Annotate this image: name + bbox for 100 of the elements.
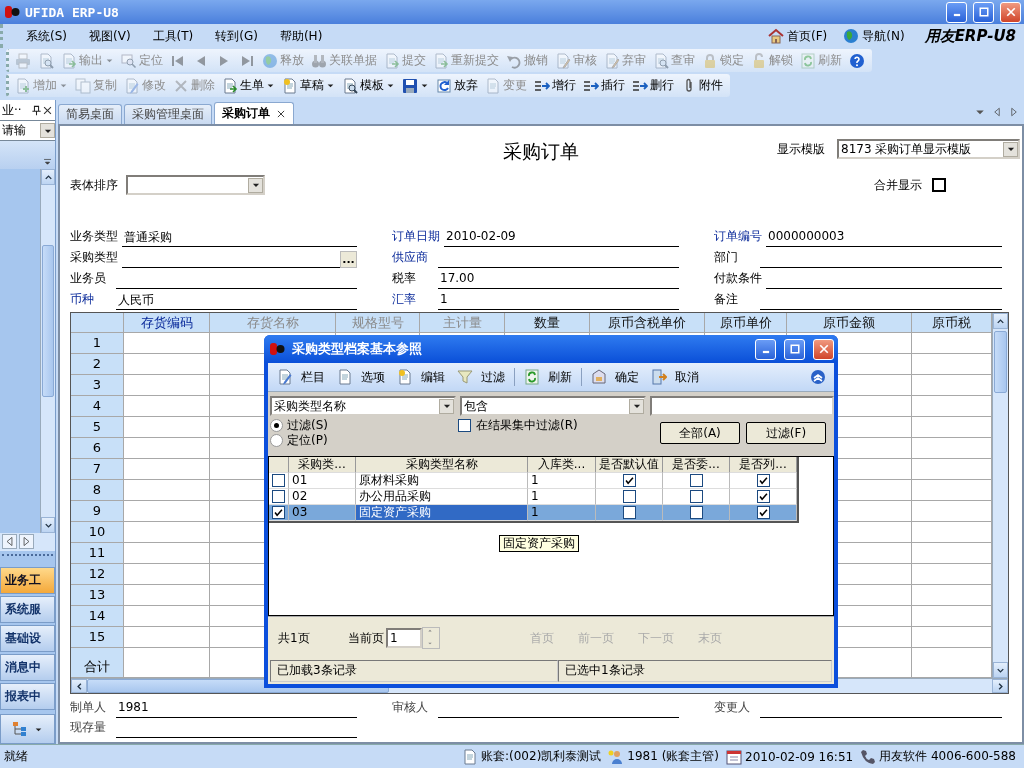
column-header[interactable]: 是否委... [663,457,730,473]
table-cell[interactable] [124,375,210,396]
show-all-button[interactable]: 全部(A) [660,422,740,444]
table-cell[interactable] [124,333,210,354]
table-cell[interactable] [124,564,210,585]
column-header[interactable]: 数量 [505,313,590,333]
checkbox[interactable] [622,490,636,503]
navigation-button[interactable]: 业务工 [0,567,55,594]
checkbox[interactable] [689,506,703,519]
tree-button[interactable] [0,714,55,744]
menu-item[interactable]: 工具(T) [141,27,205,45]
maximize-button[interactable] [973,1,994,23]
table-row[interactable]: 01 原材料采购 1 [269,473,797,489]
input-field[interactable]: 人民币 [116,292,357,310]
close-button[interactable] [1000,1,1021,23]
toolbar-button[interactable]: 增行 [531,74,579,97]
toolbar-button[interactable]: 放弃 [433,74,481,97]
table-row[interactable]: 03 固定资产采购 1 [269,505,797,521]
table-cell[interactable] [124,585,210,606]
input-field[interactable]: 1981 [116,700,357,718]
tab[interactable]: 采购订单 [214,102,294,124]
menu-item[interactable]: 帮助(H) [268,27,334,45]
checkbox[interactable] [756,490,770,503]
dropdown-field[interactable] [126,175,265,195]
checkbox[interactable] [932,178,946,192]
close-button[interactable] [813,338,834,360]
table-cell[interactable] [124,543,210,564]
scroll-thumb[interactable] [994,331,1007,393]
menu-item[interactable]: 视图(V) [78,27,142,45]
menu-item[interactable]: 系统(S) [15,27,78,45]
toolbar-button[interactable]: 生单 [219,74,278,97]
input-field[interactable]: 17.00 [438,271,679,289]
scroll-button[interactable] [992,679,1008,693]
search-field[interactable] [650,396,834,416]
table-cell[interactable] [124,459,210,480]
tab[interactable]: 采购管理桌面 [124,104,212,124]
toolbar-button[interactable]: 草稿 [279,74,338,97]
menu-link[interactable]: 首页(F) [760,27,836,45]
dropdown-button[interactable] [248,177,263,193]
table-cell[interactable] [124,480,210,501]
column-header[interactable]: 原币含税单价 [590,313,705,333]
table-cell[interactable] [124,417,210,438]
maximize-button[interactable] [784,338,805,360]
minimize-button[interactable] [946,1,967,23]
checkbox[interactable] [272,474,285,487]
menu-item[interactable]: 转到(G) [204,27,269,45]
scroll-button[interactable] [41,169,55,185]
toolbar-button[interactable]: 栏目 [272,365,330,389]
lookup-button[interactable]: ... [340,251,357,268]
toolbar-button[interactable]: 模板 [339,74,398,97]
table-cell[interactable] [124,522,210,543]
table-cell[interactable] [124,606,210,627]
column-header[interactable]: 采购类... [289,457,356,473]
column-header[interactable]: 存货编码 [124,313,210,333]
input-field[interactable]: 2010-02-09 [444,229,679,247]
dropdown-button[interactable] [439,398,454,414]
scroll-thumb[interactable] [42,245,54,397]
column-header[interactable]: 是否列... [730,457,797,473]
dropdown-button[interactable] [40,123,55,138]
dropdown-field[interactable]: 包含 [460,396,646,416]
page-field[interactable]: 1 [386,628,422,648]
toolbar-button[interactable]: 选项 [332,365,390,389]
table-cell[interactable] [124,627,210,648]
column-header[interactable]: 原币金额 [787,313,912,333]
dropdown-field[interactable]: 8173 采购订单显示模版 [837,139,1020,159]
tab[interactable]: 简易桌面 [58,104,122,124]
toolbar-button[interactable]: 取消 [646,365,704,389]
filter-button[interactable]: 过滤(F) [746,422,826,444]
toolbar-button[interactable]: 确定 [586,365,644,389]
dropdown-button[interactable] [629,398,644,414]
scroll-button[interactable] [71,679,87,693]
toolbar-button[interactable]: 过滤 [452,365,510,389]
checkbox[interactable] [622,474,636,487]
dropdown-button[interactable] [1003,141,1018,157]
table-cell[interactable] [124,501,210,522]
checkbox[interactable] [689,474,703,487]
checkbox[interactable] [756,474,770,487]
column-header[interactable]: 原币单价 [705,313,787,333]
checkbox[interactable] [272,490,285,503]
toolbar-button[interactable]: 插行 [580,74,628,97]
dropdown-field[interactable]: 采购类型名称 [270,396,456,416]
table-cell[interactable] [124,354,210,375]
navigation-button[interactable]: 报表中 [0,683,55,710]
input-field[interactable]: 1 [438,292,679,310]
checkbox[interactable] [622,506,636,519]
checkbox[interactable] [756,506,770,519]
radio-button[interactable] [270,434,283,447]
column-header[interactable]: 是否默认值 [596,457,663,473]
navigation-button[interactable]: 系统服 [0,596,55,623]
navigation-button[interactable]: 消息中 [0,654,55,681]
scroll-button[interactable] [993,313,1008,329]
input-field[interactable]: 0000000003 [766,229,1002,247]
table-cell[interactable] [124,396,210,417]
checkbox[interactable] [458,419,471,432]
navigation-button[interactable]: 基础设 [0,625,55,652]
scroll-button[interactable] [993,662,1008,678]
column-header[interactable]: 原币税 [912,313,992,333]
column-header[interactable]: 采购类型名称 [356,457,528,473]
radio-button[interactable] [270,419,283,432]
scroll-button[interactable] [41,517,55,533]
